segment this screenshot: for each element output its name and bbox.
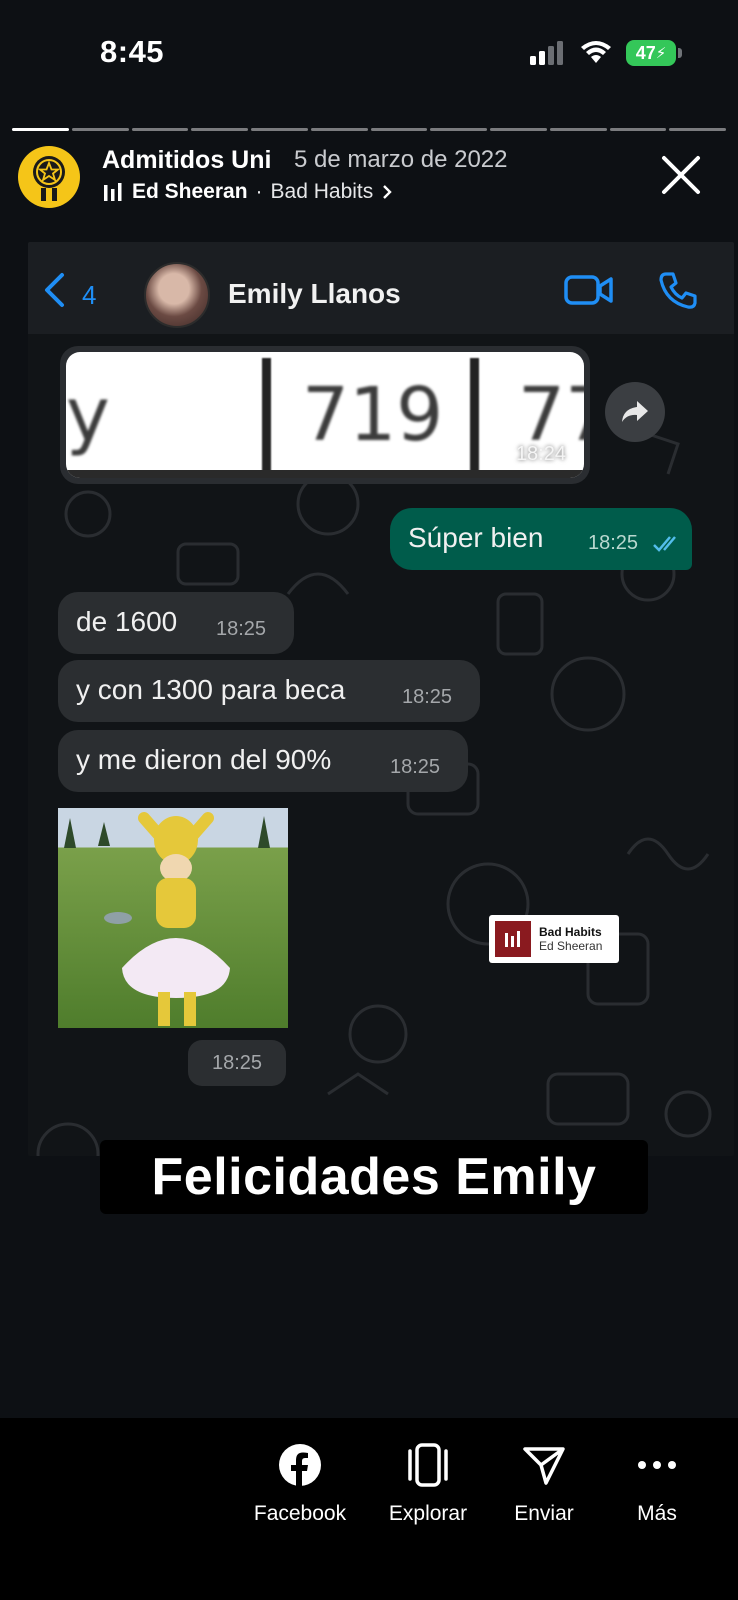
message-time: 18:25 xyxy=(390,756,441,778)
charging-bolt-icon: ⚡ xyxy=(655,45,667,62)
video-call-icon xyxy=(564,275,613,305)
action-label: Facebook xyxy=(253,1502,347,1525)
story-date: 5 de marzo de 2022 xyxy=(294,146,508,173)
story-progress-segment xyxy=(609,128,667,131)
image-cell-divider xyxy=(470,358,479,472)
battery-indicator: 47 ⚡ xyxy=(626,40,682,66)
story-action-bar: Facebook Explorar Enviar Más xyxy=(0,1418,738,1600)
incoming-message: de 1600 18:25 xyxy=(58,592,294,654)
wifi-icon xyxy=(581,41,611,63)
facebook-icon xyxy=(279,1444,321,1487)
story-progress-segment xyxy=(669,128,726,131)
read-double-check-icon xyxy=(653,536,676,552)
action-label: Explorar xyxy=(388,1502,468,1525)
story-progress-bar xyxy=(12,128,726,131)
story-progress-segment xyxy=(191,128,248,131)
message-time: 18:25 xyxy=(216,618,267,640)
cellular-signal-icon xyxy=(530,41,563,65)
account-avatar[interactable] xyxy=(18,146,80,208)
message-time: 18:25 xyxy=(588,532,639,554)
incoming-message: y me dieron del 90% 18:25 xyxy=(58,730,468,792)
phone-call-icon xyxy=(659,272,697,309)
chat-header: 4 Emily Llanos xyxy=(28,242,734,334)
message-time: 18:25 xyxy=(402,686,453,708)
more-icon xyxy=(638,1461,676,1469)
story-progress-segment xyxy=(310,128,368,131)
gif-message xyxy=(58,808,288,1028)
send-icon xyxy=(523,1447,565,1485)
forward-arrow-icon xyxy=(622,401,648,422)
whatsapp-screenshot: 4 Emily Llanos y 719 77 xyxy=(28,242,734,1156)
message-text: de 1600 xyxy=(76,606,178,637)
message-text: y me dieron del 90% xyxy=(76,744,332,775)
status-icons: 47 ⚡ xyxy=(530,40,682,66)
status-time: 8:45 xyxy=(100,34,165,69)
contact-name: Emily Llanos xyxy=(228,278,401,309)
music-bars-icon xyxy=(505,931,520,947)
incoming-message: y con 1300 para beca 18:25 xyxy=(58,660,480,722)
music-separator: · xyxy=(255,180,263,203)
sticker-song-title: Bad Habits xyxy=(539,925,602,939)
image-cell-text: y xyxy=(66,372,110,458)
story-progress-segment xyxy=(251,128,308,131)
explore-icon xyxy=(408,1443,448,1487)
gif-scene-image xyxy=(64,812,270,1026)
back-chevron-icon xyxy=(45,273,64,307)
story-progress-segment xyxy=(490,128,547,131)
music-sticker-text: Bad Habits Ed Sheeran xyxy=(539,925,602,953)
forward-button xyxy=(605,382,665,442)
close-icon[interactable] xyxy=(660,154,702,196)
story-caption: Felicidades Emily xyxy=(100,1140,648,1214)
image-cell-divider xyxy=(262,358,271,472)
outgoing-message: Súper bien 18:25 xyxy=(390,508,692,570)
story-progress-segment xyxy=(370,128,428,131)
image-cell-text: 719 xyxy=(302,372,444,458)
music-sticker[interactable]: Bad Habits Ed Sheeran xyxy=(489,915,619,963)
facebook-button[interactable]: Facebook xyxy=(240,1442,360,1526)
story-progress-segment xyxy=(12,128,69,131)
account-name[interactable]: Admitidos Uni xyxy=(102,146,271,175)
music-bars-icon xyxy=(104,183,122,201)
contact-avatar xyxy=(144,262,210,328)
story-music-link[interactable]: Ed Sheeran · Bad Habits xyxy=(104,180,393,204)
music-song: Bad Habits xyxy=(270,180,374,203)
message-text: Súper bien xyxy=(408,522,544,553)
more-button[interactable]: Más xyxy=(597,1442,717,1526)
message-text: y con 1300 para beca xyxy=(76,674,346,705)
battery-level: 47 xyxy=(635,42,656,63)
chevron-right-icon xyxy=(383,185,392,199)
action-label: Enviar xyxy=(514,1502,574,1525)
story-progress-segment xyxy=(71,128,129,131)
image-bottom-edge xyxy=(66,470,584,478)
unread-count: 4 xyxy=(82,280,97,310)
medal-logo-icon xyxy=(33,156,65,201)
album-art xyxy=(495,921,531,957)
story-progress-segment xyxy=(549,128,607,131)
gif-time: 18:25 xyxy=(188,1040,286,1086)
image-message: y 719 77 18:24 xyxy=(60,346,590,484)
story-progress-segment xyxy=(430,128,487,131)
story-progress-segment xyxy=(131,128,189,131)
send-button[interactable]: Enviar xyxy=(484,1442,604,1526)
sticker-artist: Ed Sheeran xyxy=(539,939,603,953)
message-time: 18:24 xyxy=(515,443,566,465)
music-artist: Ed Sheeran xyxy=(132,180,248,203)
image-message-content: y 719 77 18:24 xyxy=(66,352,584,478)
action-label: Más xyxy=(637,1502,677,1525)
explore-button[interactable]: Explorar xyxy=(368,1442,488,1526)
